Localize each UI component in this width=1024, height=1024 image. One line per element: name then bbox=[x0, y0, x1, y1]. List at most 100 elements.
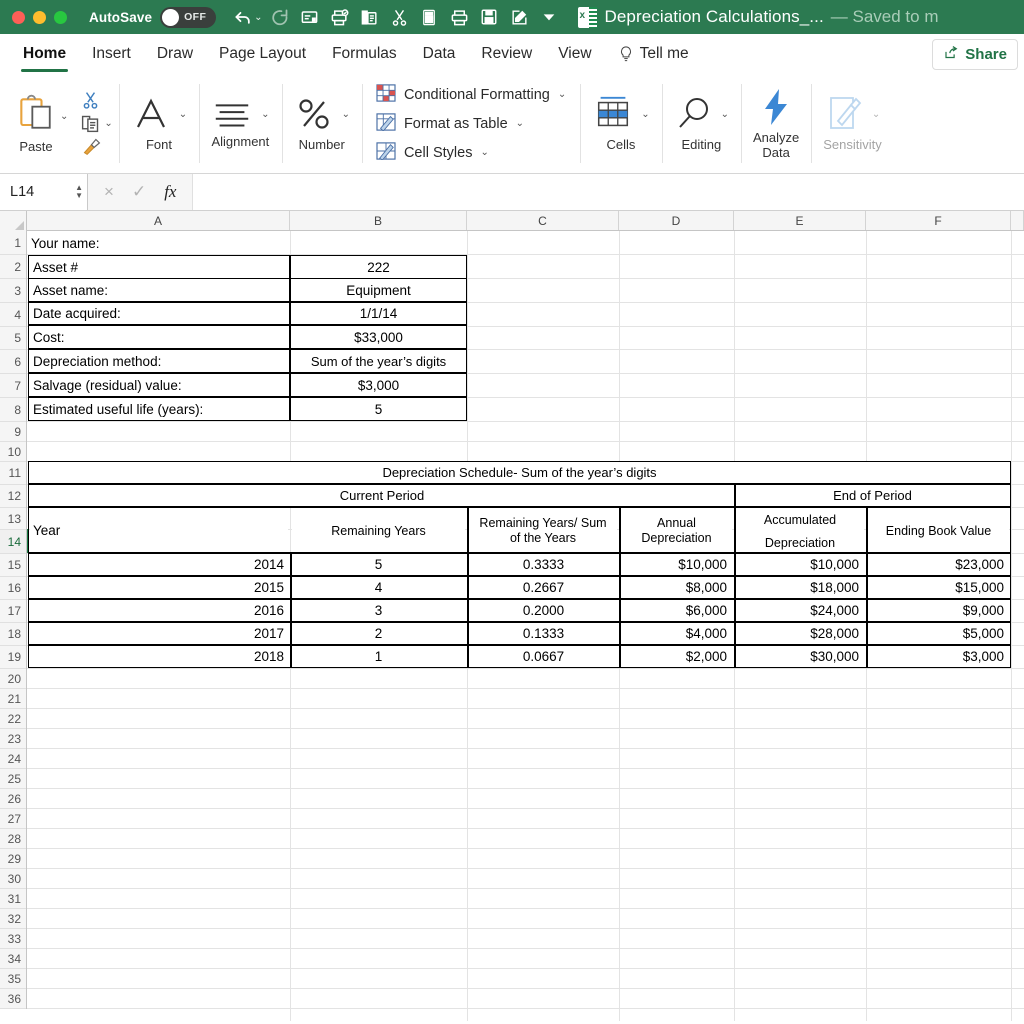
confirm-entry-icon[interactable]: ✓ bbox=[132, 182, 146, 202]
tell-me-button[interactable]: Tell me bbox=[605, 45, 689, 63]
data-r1-c5[interactable]: $15,000 bbox=[868, 577, 1008, 598]
data-r4-c0[interactable]: 2018 bbox=[30, 646, 288, 667]
cancel-entry-icon[interactable]: × bbox=[104, 182, 114, 202]
cells-button[interactable]: ⌄ Cells bbox=[580, 74, 661, 173]
maximize-window-button[interactable] bbox=[54, 10, 67, 24]
print-preview-icon[interactable] bbox=[324, 2, 354, 32]
row-header-27[interactable]: 27 bbox=[0, 809, 26, 829]
data-r3-c2[interactable]: 0.1333 bbox=[470, 623, 617, 644]
row-header-30[interactable]: 30 bbox=[0, 869, 26, 889]
alignment-button[interactable]: ⌄ Alignment bbox=[199, 74, 281, 173]
row-header-15[interactable]: 15 bbox=[0, 554, 26, 577]
close-window-button[interactable] bbox=[12, 10, 25, 24]
row-header-31[interactable]: 31 bbox=[0, 889, 26, 909]
tab-insert[interactable]: Insert bbox=[79, 34, 144, 74]
grid-canvas[interactable]: Your name: Asset # 222 Asset name: Equip… bbox=[27, 231, 1024, 1021]
col-header-accumulated-line2[interactable]: Depreciation bbox=[736, 532, 864, 553]
row-header-19[interactable]: 19 bbox=[0, 646, 26, 669]
data-r4-c1[interactable]: 1 bbox=[292, 646, 465, 667]
row-header-3[interactable]: 3 bbox=[0, 279, 26, 303]
customize-toolbar-icon[interactable] bbox=[534, 2, 564, 32]
cell-styles-chevron-down-icon[interactable]: ⌄ bbox=[480, 147, 488, 158]
col-header-annual-depreciation[interactable]: Annual Depreciation bbox=[621, 508, 732, 553]
window-controls[interactable] bbox=[12, 10, 67, 24]
paste-chevron-down-icon[interactable]: ⌄ bbox=[60, 111, 68, 122]
row-header-25[interactable]: 25 bbox=[0, 769, 26, 789]
column-header-e[interactable]: E bbox=[734, 211, 866, 230]
data-r1-c2[interactable]: 0.2667 bbox=[470, 577, 617, 598]
cut-button[interactable] bbox=[80, 90, 101, 111]
data-r1-c4[interactable]: $18,000 bbox=[736, 577, 863, 598]
sensitivity-chevron-down-icon[interactable]: ⌄ bbox=[872, 109, 880, 120]
copy-button[interactable]: ⌄ bbox=[80, 113, 113, 134]
data-r2-c0[interactable]: 2016 bbox=[30, 600, 288, 621]
conditional-formatting-chevron-down-icon[interactable]: ⌄ bbox=[558, 89, 566, 100]
stepper-down-icon[interactable]: ▼ bbox=[75, 192, 83, 200]
row-header-2[interactable]: 2 bbox=[0, 255, 26, 279]
column-header-d[interactable]: D bbox=[619, 211, 734, 230]
spreadsheet-grid[interactable]: A B C D E F 1 2 3 4 5 6 7 8 9 10 11 12 1… bbox=[0, 211, 1024, 1021]
column-header-a[interactable]: A bbox=[27, 211, 290, 230]
format-painter-button[interactable] bbox=[80, 136, 103, 157]
row-header-26[interactable]: 26 bbox=[0, 789, 26, 809]
font-chevron-down-icon[interactable]: ⌄ bbox=[179, 109, 187, 120]
name-box[interactable]: L14 ▲ ▼ bbox=[0, 174, 88, 210]
column-header-g[interactable] bbox=[1011, 211, 1024, 230]
select-all-corner[interactable] bbox=[0, 211, 27, 231]
copy-chevron-down-icon[interactable]: ⌄ bbox=[104, 118, 112, 129]
analyze-data-button[interactable]: Analyze Data bbox=[741, 74, 811, 173]
row-header-14[interactable]: 14 bbox=[0, 530, 26, 554]
data-r3-c5[interactable]: $5,000 bbox=[868, 623, 1008, 644]
edit-icon[interactable] bbox=[504, 2, 534, 32]
data-r4-c5[interactable]: $3,000 bbox=[868, 646, 1008, 667]
minimize-window-button[interactable] bbox=[33, 10, 46, 24]
row-header-12[interactable]: 12 bbox=[0, 485, 26, 508]
data-r4-c4[interactable]: $30,000 bbox=[736, 646, 863, 667]
number-button[interactable]: ⌄ Number bbox=[282, 74, 362, 173]
font-button[interactable]: ⌄ Font bbox=[119, 74, 199, 173]
quick-access-toolbar[interactable]: ⌄ bbox=[228, 2, 564, 32]
data-r0-c4[interactable]: $10,000 bbox=[736, 554, 863, 575]
number-chevron-down-icon[interactable]: ⌄ bbox=[342, 109, 350, 120]
name-box-stepper[interactable]: ▲ ▼ bbox=[75, 184, 83, 200]
row-header-9[interactable]: 9 bbox=[0, 422, 26, 442]
row-header-36[interactable]: 36 bbox=[0, 989, 26, 1009]
tab-home[interactable]: Home bbox=[10, 34, 79, 74]
row-header-23[interactable]: 23 bbox=[0, 729, 26, 749]
insert-function-icon[interactable]: fx bbox=[164, 182, 176, 202]
data-r2-c4[interactable]: $24,000 bbox=[736, 600, 863, 621]
tab-view[interactable]: View bbox=[545, 34, 604, 74]
save-icon[interactable] bbox=[474, 2, 504, 32]
row-header-6[interactable]: 6 bbox=[0, 350, 26, 374]
row-header-20[interactable]: 20 bbox=[0, 669, 26, 689]
new-comment-icon[interactable] bbox=[294, 2, 324, 32]
format-as-table-chevron-down-icon[interactable]: ⌄ bbox=[516, 118, 524, 129]
data-r3-c0[interactable]: 2017 bbox=[30, 623, 288, 644]
data-r4-c2[interactable]: 0.0667 bbox=[470, 646, 617, 667]
redo-icon[interactable] bbox=[264, 2, 294, 32]
col-header-accumulated-line1[interactable]: Accumulated bbox=[736, 509, 864, 530]
group-header-current-period[interactable]: Current Period bbox=[30, 485, 734, 506]
row-header-24[interactable]: 24 bbox=[0, 749, 26, 769]
row-header-16[interactable]: 16 bbox=[0, 577, 26, 600]
col-header-remaining-years-sum[interactable]: Remaining Years/ Sum of the Years bbox=[469, 508, 617, 553]
data-r0-c0[interactable]: 2014 bbox=[30, 554, 288, 575]
tab-page-layout[interactable]: Page Layout bbox=[206, 34, 319, 74]
row-header-7[interactable]: 7 bbox=[0, 374, 26, 398]
column-header-f[interactable]: F bbox=[866, 211, 1011, 230]
data-r3-c3[interactable]: $4,000 bbox=[621, 623, 731, 644]
row-header-11[interactable]: 11 bbox=[0, 462, 26, 485]
row-header-17[interactable]: 17 bbox=[0, 600, 26, 623]
data-r4-c3[interactable]: $2,000 bbox=[621, 646, 731, 667]
row-header-13[interactable]: 13 bbox=[0, 508, 26, 530]
paste-button[interactable]: Paste bbox=[14, 92, 58, 155]
row-header-29[interactable]: 29 bbox=[0, 849, 26, 869]
sensitivity-button[interactable]: ⌄ Sensitivity bbox=[811, 74, 894, 173]
tab-formulas[interactable]: Formulas bbox=[319, 34, 410, 74]
row-header-1[interactable]: 1 bbox=[0, 231, 26, 255]
tab-data[interactable]: Data bbox=[410, 34, 469, 74]
undo-chevron-down-icon[interactable]: ⌄ bbox=[254, 12, 262, 23]
format-as-table-button[interactable]: Format as Table ⌄ bbox=[376, 112, 566, 135]
data-r0-c1[interactable]: 5 bbox=[292, 554, 465, 575]
data-r2-c2[interactable]: 0.2000 bbox=[470, 600, 617, 621]
